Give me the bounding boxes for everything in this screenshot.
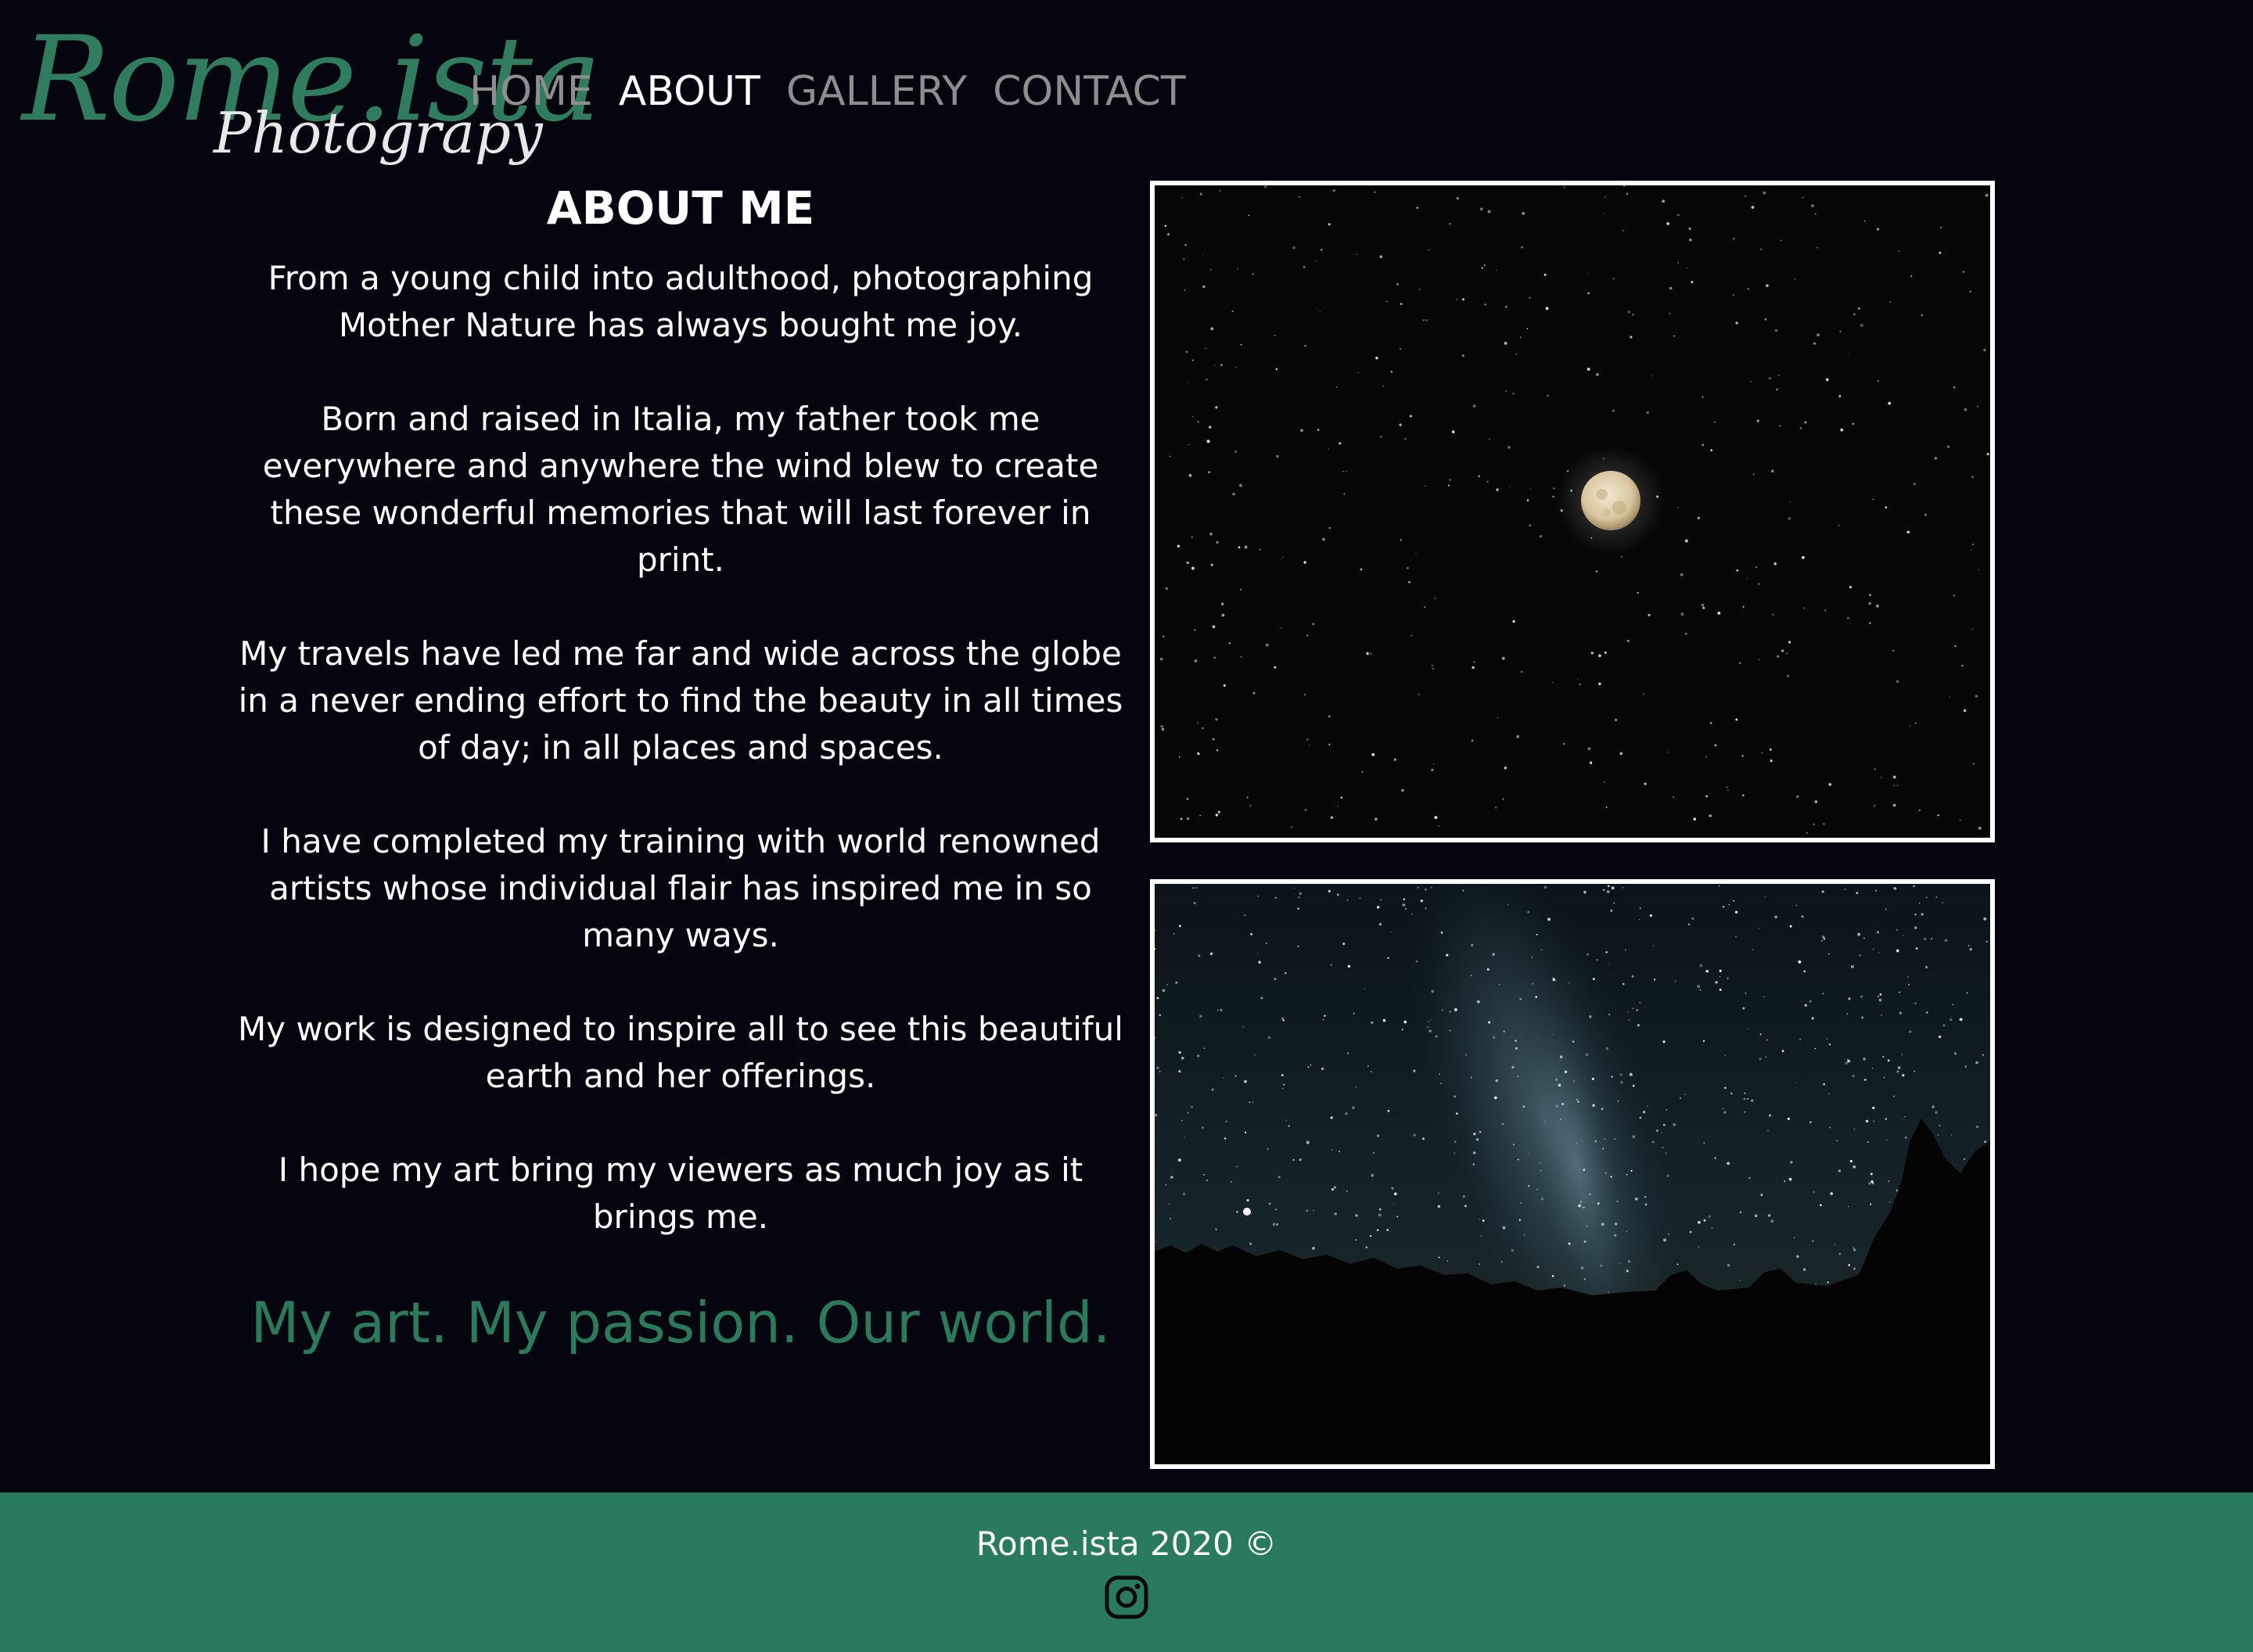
- nav-about-link[interactable]: ABOUT: [619, 64, 760, 119]
- site-logo[interactable]: Rome.ista Photograpy: [22, 17, 602, 166]
- moon-night-sky-image: [1155, 185, 1990, 838]
- moon-photo: [1150, 181, 1995, 842]
- about-paragraph: Born and raised in Italia, my father too…: [262, 400, 1099, 579]
- about-paragraph: My work is designed to inspire all to se…: [238, 1010, 1123, 1095]
- main-nav: HOME ABOUT GALLERY CONTACT: [469, 64, 1186, 119]
- moon: [1581, 471, 1640, 530]
- about-section: ABOUT ME From a young child into adultho…: [235, 180, 1126, 1358]
- nav-home-link[interactable]: HOME: [469, 64, 593, 119]
- about-text: From a young child into adulthood, photo…: [235, 255, 1126, 1241]
- nav-gallery-link[interactable]: GALLERY: [786, 64, 967, 119]
- site-footer: Rome.ista 2020 ©: [0, 1492, 2253, 1652]
- copyright-text: Rome.ista 2020 ©: [976, 1525, 1277, 1563]
- milky-way-night-sky-image: [1155, 884, 1990, 1464]
- about-paragraph: From a young child into adulthood, photo…: [268, 259, 1094, 344]
- instagram-icon[interactable]: [1103, 1574, 1150, 1621]
- tagline: My art. My passion. Our world.: [250, 1290, 1111, 1356]
- about-paragraph: My travels have led me far and wide acro…: [238, 634, 1123, 767]
- page-title: ABOUT ME: [546, 181, 815, 235]
- about-paragraph: I have completed my training with world …: [261, 822, 1101, 954]
- milky-way-photo: [1150, 879, 1995, 1469]
- nav-contact-link[interactable]: CONTACT: [993, 64, 1186, 119]
- site-header: Rome.ista Photograpy HOME ABOUT GALLERY …: [0, 0, 2253, 180]
- about-paragraph: I hope my art bring my viewers as much j…: [278, 1151, 1083, 1236]
